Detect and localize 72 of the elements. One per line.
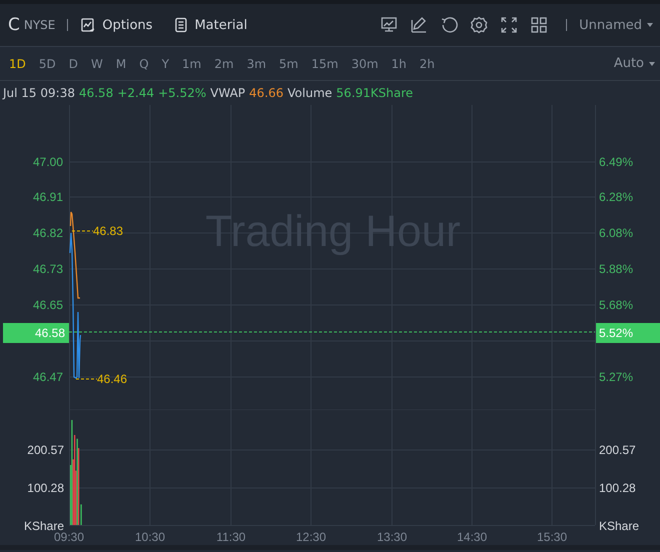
low-price-marker: 46.46 [97,372,128,386]
period-tab[interactable]: 15m [306,56,344,70]
volume-axis-label: 200.57 [27,443,64,457]
period-tab[interactable]: 3m [242,56,272,70]
period-tab[interactable]: 5D [34,56,61,70]
chart-screen-icon[interactable] [380,16,398,34]
volume-unit-label: KShare [599,519,640,533]
quote-value: +2.44 [117,86,154,100]
percent-axis-label: 5.88% [599,262,634,276]
time-axis-label: 13:30 [376,530,408,544]
time-axis-label: 10:30 [134,530,166,544]
price-axis-label: 46.91 [32,190,63,204]
volume-unit-label: KShare [24,519,64,533]
price-axis-label: 46.73 [32,262,63,276]
period-tab[interactable]: 1D [4,56,31,70]
percent-axis-label: 6.08% [599,226,634,240]
period-tab[interactable]: W [86,56,108,70]
current-price-tag [3,323,69,343]
quote-value: +5.52% [158,86,206,100]
price-axis-label: 46.82 [32,226,63,240]
time-axis-label: 11:30 [216,530,246,544]
volume-axis-label: 200.57 [599,443,636,457]
volume-axis-label: 100.28 [599,481,636,495]
period-tab[interactable]: 2m [209,56,239,70]
high-price-marker: 46.83 [93,224,124,238]
price-axis-label: 47.00 [32,155,63,169]
pen-icon[interactable] [410,16,428,34]
toolbar-button[interactable]: Material [172,17,258,33]
leader-line [72,230,94,232]
settings-icon[interactable] [470,16,488,34]
current-price-label: 46.58 [35,326,66,340]
price-axis-label: 46.47 [32,370,63,384]
percent-axis-label: 5.27% [599,370,634,384]
period-tab[interactable]: 5m [274,56,304,70]
grid-layout-icon[interactable] [530,16,548,34]
layout-dropdown[interactable]: Unnamed [579,18,654,32]
caret-icon [648,60,656,66]
period-tab[interactable]: D [64,56,83,70]
current-change-tag [596,323,660,343]
fullscreen-icon[interactable] [500,16,518,34]
period-tab[interactable]: Q [134,56,154,70]
period-tab[interactable]: 1m [177,56,206,70]
scale-dropdown[interactable]: Auto [614,56,656,71]
period-tab[interactable]: 1h [386,56,412,70]
percent-axis-label: 6.49% [599,155,634,169]
caret-icon [646,22,654,28]
percent-axis-label: 6.28% [599,190,634,204]
stock-symbol: C [8,15,20,35]
quote-value: 56.91KShare [336,86,414,100]
document-icon [172,17,189,33]
period-tab[interactable]: Y [156,56,174,70]
current-change-label: 5.52% [599,326,634,340]
quote-value: VWAP [210,86,246,100]
toolbar-button[interactable]: Options [80,17,163,33]
quote-value: Volume [288,86,332,100]
price-axis-label: 46.65 [32,298,63,312]
time-axis-label: 15:30 [536,530,568,544]
time-axis-label: 14:30 [456,530,488,544]
time-axis-label: 12:30 [296,530,326,544]
exchange-label: NYSE [24,18,56,32]
quote-value: Jul 15 09:38 [3,86,75,100]
refresh-icon[interactable] [440,16,458,34]
period-tab[interactable]: 2h [414,56,440,70]
percent-axis-label: 5.68% [599,298,634,312]
quote-value: 46.66 [249,86,284,100]
volume-axis-label: 100.28 [27,481,64,495]
period-tab[interactable]: 30m [346,56,384,70]
chart-document-icon [80,17,96,33]
leader-line [76,378,98,380]
time-axis-label: 09:30 [54,530,84,544]
period-tab[interactable]: M [110,56,132,70]
quote-value: 46.58 [78,86,114,100]
